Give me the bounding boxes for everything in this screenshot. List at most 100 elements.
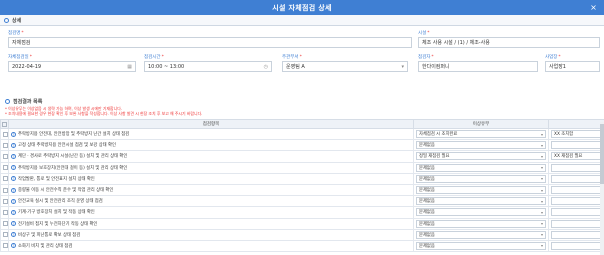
question-icon: ? [11,131,16,137]
row-status-cell: 문제없음 [413,239,549,253]
note-input[interactable] [551,230,602,239]
section-title: 상세 [12,17,22,24]
status-select[interactable]: 자체점검 시 조치완료 [416,130,546,139]
detail-form: 점검명* 자체점검 시설* 체조 사용 시설 / (1) / 체조-사용 자체점… [0,26,604,96]
result-list-title: 점검결과 목록 [13,99,43,105]
row-checkbox[interactable] [0,217,9,230]
question-icon: ? [11,187,16,193]
row-checkbox[interactable] [0,195,9,208]
row-item-text: 중량물 이동 시 안전수칙 준수 및 작업 관리 상태 확인 [18,188,114,194]
note-input[interactable] [551,186,602,195]
row-note-cell [548,183,604,197]
inspection-date-value: 2022-04-19 [12,63,42,70]
table-row: ? 비상구 및 피난통로 확보 상태 점검 문제없음 [0,228,604,241]
note-input[interactable]: XX 재점검 필요 [551,152,602,161]
inspector-field[interactable]: 한다이컴퍼니 [418,61,538,72]
row-note-cell: XX 재점검 필요 [548,150,604,163]
table-row: ? 안전교육 실시 및 안전관리 조직 운영 상태 점검 문제없음 [0,195,604,208]
status-select[interactable]: 문제없음 [416,163,546,172]
status-select[interactable]: 문제없음 [416,219,546,228]
row-checkbox[interactable] [0,139,9,152]
status-select[interactable]: 정밀 재점검 필요 [416,152,546,161]
note-input[interactable] [551,163,602,172]
question-icon: ? [11,165,16,171]
question-icon: ? [11,142,16,148]
row-checkbox[interactable] [0,183,9,197]
row-checkbox[interactable] [0,239,9,253]
table-row: ? 고정 상태 추락방지용 안전시설 점검 및 보강 상태 확인 문제없음 [0,139,604,152]
inspection-name-label: 점검명* [8,31,24,36]
status-select[interactable]: 문제없음 [416,141,546,150]
inspection-date-label: 자체점검일* [8,55,32,60]
row-checkbox[interactable] [0,127,9,141]
row-status-cell: 문제없음 [413,172,549,185]
column-header-item: 점검항목 [8,119,414,129]
note-input[interactable] [551,141,602,150]
row-item-cell: ? 고정 상태 추락방지용 안전시설 점검 및 보강 상태 확인 [8,139,414,152]
status-select[interactable]: 문제없음 [416,241,546,250]
row-note-cell [548,217,604,230]
status-select[interactable]: 문제없음 [416,197,546,206]
business-site-field[interactable]: 사업장1 [545,61,600,72]
result-list-header: 점검결과 목록 [5,98,599,105]
clock-icon[interactable]: ◷ [264,64,268,70]
inspection-time-value: 10:00 ~ 13:00 [148,63,185,70]
row-item-cell: ? 추락방지용 안전대, 안전방망 및 추락방지 난간 설치 상태 점검 [8,127,414,141]
table-scrollbar[interactable] [600,122,604,255]
table-row: ? 중량물 이동 시 안전수칙 준수 및 작업 관리 상태 확인 문제없음 [0,183,604,197]
row-checkbox[interactable] [0,161,9,174]
inspection-name-field[interactable]: 자체점검 [8,37,412,48]
row-note-cell [548,139,604,152]
note-input[interactable] [551,219,602,228]
row-item-cell: ? 중량물 이동 시 안전수칙 준수 및 작업 관리 상태 확인 [8,183,414,197]
scrollbar-thumb[interactable] [600,124,604,184]
column-header-status[interactable]: 이상유무 [413,119,549,129]
facility-label: 시설* [418,31,430,36]
row-item-cell: ? 소화기 비치 및 관리 상태 점검 [8,239,414,253]
row-checkbox[interactable] [0,172,9,185]
status-select[interactable]: 문제없음 [416,186,546,195]
row-item-text: 추락방지용 보호장치(안전대 걸이 등) 설치 및 관리 상태 확인 [18,165,128,171]
result-notice: 점검결과 목록 * 이상유무는 이상없음 시 생략 가능 하며, 이상 발생 시… [0,96,604,119]
note-input[interactable] [551,241,602,250]
status-select[interactable]: 문제없음 [416,208,546,217]
question-icon: ? [11,209,16,215]
row-note-cell [548,206,604,219]
status-select[interactable]: 문제없음 [416,174,546,183]
question-icon: ? [11,153,16,159]
row-item-cell: ? 작업발판, 통로 및 안전표지 설치 상태 확인 [8,172,414,185]
note-input[interactable] [551,174,602,183]
close-icon[interactable]: × [589,3,598,12]
row-item-text: 고정 상태 추락방지용 안전시설 점검 및 보강 상태 확인 [18,143,116,149]
row-item-text: 작업발판, 통로 및 안전표지 설치 상태 확인 [18,176,95,182]
table-row: ? 계단 · 경사로 추락방지 시설(난간 등) 설치 및 관리 상태 확인 정밀 … [0,150,604,163]
notice-line: * 조치내용에 필요한 경우 현장 확인 후 보완 사항을 작성합니다. 이상 … [5,111,203,116]
table-row: ? 기계·기구 방호장치 설치 및 작동 상태 확인 문제없음 [0,206,604,219]
question-icon: ? [11,243,16,249]
row-note-cell [548,195,604,208]
inspection-time-field[interactable]: 10:00 ~ 13:00 ◷ [144,61,272,72]
business-site-label: 사업장* [545,55,561,60]
calendar-icon[interactable]: ▦ [127,64,132,70]
row-item-cell: ? 추락방지용 보호장치(안전대 걸이 등) 설치 및 관리 상태 확인 [8,161,414,174]
inspection-date-field[interactable]: 2022-04-19 ▦ [8,61,136,72]
note-input[interactable] [551,197,602,206]
row-note-cell [548,161,604,174]
table-row: ? 소화기 비치 및 관리 상태 점검 문제없음 [0,239,604,253]
department-label: 주관부서* [282,55,302,60]
table-row: ? 추락방지용 보호장치(안전대 걸이 등) 설치 및 관리 상태 확인 문제없음 [0,161,604,174]
title-bar: 시설 자체점검 상세 × [0,0,604,15]
status-select[interactable]: 문제없음 [416,230,546,239]
note-input[interactable] [551,208,602,217]
row-checkbox[interactable] [0,228,9,241]
table-row: ? 작업발판, 통로 및 안전표지 설치 상태 확인 문제없음 [0,172,604,185]
row-item-text: 안전교육 실시 및 안전관리 조직 운영 상태 점검 [18,199,103,205]
row-checkbox[interactable] [0,150,9,163]
department-select[interactable]: 운영팀 A [282,61,408,72]
select-all-checkbox[interactable] [0,119,9,129]
facility-field[interactable]: 체조 사용 시설 / (1) / 체조-사용 [418,37,600,48]
note-input[interactable]: XX 조치함 [551,130,602,139]
row-checkbox[interactable] [0,206,9,219]
question-icon: ? [11,176,16,182]
row-status-cell: 문제없음 [413,206,549,219]
